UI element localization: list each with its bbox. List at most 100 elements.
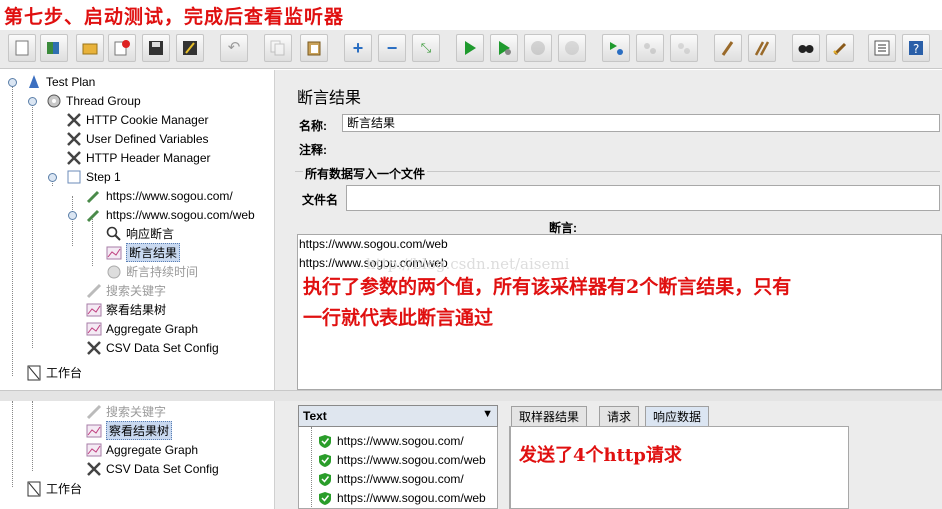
open-icon[interactable] [76, 34, 104, 62]
undo-icon[interactable]: ↶ [220, 34, 248, 62]
tree-node-label: 察看结果树 [106, 303, 167, 317]
reset-search-icon[interactable] [826, 34, 854, 62]
svg-text:?: ? [913, 42, 919, 56]
tab-request[interactable]: 请求 [599, 406, 640, 426]
tree-node-workbench[interactable]: 工作台 [26, 363, 82, 382]
tree-toggle[interactable] [68, 211, 77, 220]
tree-node-response-assertion[interactable]: 响应断言 [106, 224, 174, 243]
remote-start-icon[interactable] [602, 34, 630, 62]
tree-node-request-1[interactable]: https://www.sogou.com/ [86, 186, 233, 205]
pipette-icon [86, 207, 102, 223]
tree-node-header-manager[interactable]: HTTP Header Manager [66, 148, 211, 167]
result-item[interactable]: https://www.sogou.com/web [317, 488, 486, 507]
stop-icon[interactable] [524, 34, 552, 62]
tree-scrollbar[interactable] [274, 401, 288, 509]
tree-node-thread-group[interactable]: Thread Group [46, 91, 141, 110]
tree-node-label: HTTP Cookie Manager [86, 112, 209, 127]
tree-node-view-results-tree[interactable]: 察看结果树 [86, 300, 166, 319]
remote-stop-icon[interactable] [636, 34, 664, 62]
tree-node-aggregate-graph[interactable]: Aggregate Graph [86, 440, 198, 459]
tree-node-label: 断言结果 [126, 243, 181, 262]
success-shield-icon [317, 490, 333, 506]
renderer-select[interactable]: Text ▼ [298, 405, 498, 427]
help-icon[interactable]: ? [902, 34, 930, 62]
tab-response-data[interactable]: 响应数据 [645, 406, 710, 426]
graph-icon [86, 321, 102, 337]
tree-node-search-keyword[interactable]: 搜索关键字 [86, 281, 166, 300]
tree-node-step1[interactable]: Step 1 [66, 167, 121, 186]
comment-field[interactable] [342, 138, 940, 156]
assertion-text-area[interactable]: https://www.sogou.com/web https://www.so… [297, 234, 942, 390]
save-icon[interactable] [142, 34, 170, 62]
shutdown-icon[interactable] [558, 34, 586, 62]
tree-node-label: Step 1 [86, 169, 121, 184]
workbench-icon [26, 365, 42, 381]
tree-node-search-keyword[interactable]: 搜索关键字 [86, 402, 166, 421]
tree-node-duration-assertion[interactable]: 断言持续时间 [106, 262, 198, 281]
assertion-results-panel: 断言结果 名称: 断言结果 注释: 所有数据写入一个文件 文件名 断言: htt… [287, 70, 942, 390]
tree-guide-line [12, 82, 13, 376]
watermark: http://blog.csdn.net/aisemi [366, 255, 570, 273]
tree-toggle[interactable] [28, 97, 37, 106]
remote-shutdown-icon[interactable] [670, 34, 698, 62]
tree-toggle[interactable] [48, 173, 57, 182]
tree-node-label: 察看结果树 [106, 421, 173, 440]
success-shield-icon [317, 433, 333, 449]
tree-guide-line [32, 100, 33, 348]
results-list[interactable]: https://www.sogou.com/ https://www.sogou… [298, 427, 498, 509]
function-helper-icon[interactable] [868, 34, 896, 62]
new-icon[interactable] [8, 34, 36, 62]
test-plan-tree: Test Plan Thread Group HTTP Cookie Manag… [0, 70, 274, 390]
tree-node-assertion-results[interactable]: 断言结果 [106, 243, 181, 262]
clear-icon[interactable] [714, 34, 742, 62]
tree-node-label: 响应断言 [126, 227, 175, 241]
templates-icon[interactable] [40, 34, 68, 62]
clear-all-icon[interactable] [748, 34, 776, 62]
collapse-icon[interactable]: − [378, 34, 406, 62]
copy-icon[interactable] [264, 34, 292, 62]
tree-node-csv-config[interactable]: CSV Data Set Config [86, 459, 219, 478]
tree-node-label: HTTP Header Manager [86, 150, 211, 165]
tree-node-cookie-manager[interactable]: HTTP Cookie Manager [66, 110, 209, 129]
clock-icon [106, 264, 122, 280]
tree-node-request-2[interactable]: https://www.sogou.com/web [86, 205, 255, 224]
wrench-icon [66, 112, 82, 128]
result-item[interactable]: https://www.sogou.com/ [317, 469, 464, 488]
wrench-icon [86, 404, 102, 420]
toggle-icon[interactable]: ⤡ [412, 34, 440, 62]
response-content-area[interactable]: 发送了4个http请求 [509, 426, 849, 509]
tree-node-aggregate-graph[interactable]: Aggregate Graph [86, 319, 198, 338]
tree-node-label: User Defined Variables [86, 131, 209, 146]
tree-toggle[interactable] [8, 78, 17, 87]
name-field[interactable]: 断言结果 [342, 114, 940, 132]
start-icon[interactable] [456, 34, 484, 62]
tree-node-label: 搜索关键字 [106, 284, 167, 298]
filename-input[interactable] [346, 185, 940, 211]
close-icon[interactable] [108, 34, 136, 62]
tree-node-workbench[interactable]: 工作台 [26, 479, 82, 498]
search-icon[interactable] [792, 34, 820, 62]
wrench-icon [66, 131, 82, 147]
tree-node-csv-config[interactable]: CSV Data Set Config [86, 338, 219, 357]
result-label: https://www.sogou.com/web [337, 490, 486, 505]
test-plan-icon [26, 74, 42, 90]
workbench-icon [26, 481, 42, 497]
tree-node-user-vars[interactable]: User Defined Variables [66, 129, 209, 148]
tree-node-label: 工作台 [46, 366, 83, 380]
expand-icon[interactable]: + [344, 34, 372, 62]
test-plan-tree-lower: 搜索关键字 察看结果树 Aggregate Graph CSV Data Set… [0, 401, 274, 509]
tree-node-label: Aggregate Graph [106, 321, 199, 336]
tree-node-label: 断言持续时间 [126, 265, 199, 279]
graph-icon [86, 302, 102, 318]
tab-sampler-result[interactable]: 取样器结果 [511, 406, 588, 426]
start-no-pause-icon[interactable] [490, 34, 518, 62]
name-label: 名称: [299, 119, 327, 133]
paste-icon[interactable] [300, 34, 328, 62]
tree-node-view-results-tree[interactable]: 察看结果树 [86, 421, 173, 440]
result-item[interactable]: https://www.sogou.com/web [317, 450, 486, 469]
tree-node-label: CSV Data Set Config [106, 461, 219, 476]
save-as-icon[interactable] [176, 34, 204, 62]
result-item[interactable]: https://www.sogou.com/ [317, 431, 464, 450]
tree-node-test-plan[interactable]: Test Plan [26, 72, 95, 91]
tree-scrollbar[interactable] [274, 70, 288, 390]
